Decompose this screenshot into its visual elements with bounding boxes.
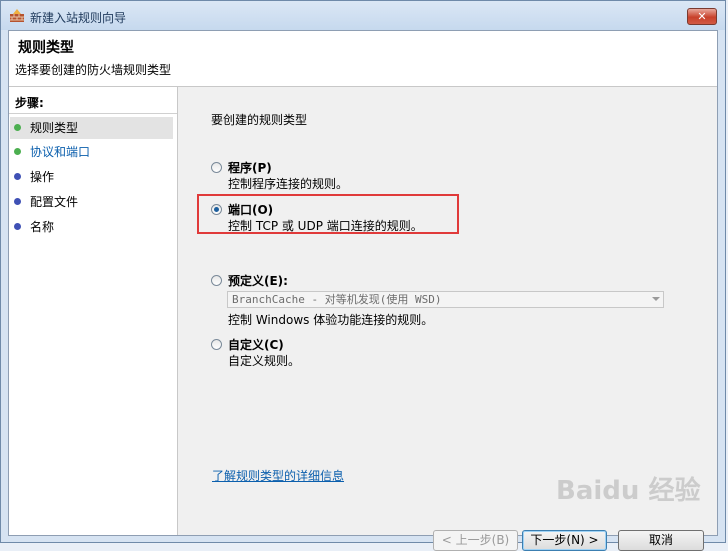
step-status-dot-icon xyxy=(14,198,21,205)
step-label: 操作 xyxy=(30,170,55,184)
steps-panel: 步骤: 规则类型 协议和端口 操作 配置文件 名称 xyxy=(9,87,178,535)
step-label: 协议和端口 xyxy=(30,145,91,159)
wizard-window: 新建入站规则向导 ✕ 规则类型 选择要创建的防火墙规则类型 步骤: 规则类型 协… xyxy=(0,0,726,551)
step-name[interactable]: 名称 xyxy=(10,216,173,238)
radio-program[interactable] xyxy=(211,162,222,173)
back-button[interactable]: < 上一步(B) xyxy=(433,530,518,551)
option-program-label[interactable]: 程序(P) xyxy=(228,159,272,176)
option-port-desc: 控制 TCP 或 UDP 端口连接的规则。 xyxy=(228,219,423,233)
baidu-watermark: Baidu 经验 xyxy=(556,476,701,506)
page-subtitle: 选择要创建的防火墙规则类型 xyxy=(15,63,172,77)
step-label: 配置文件 xyxy=(30,195,79,209)
wizard-client: 规则类型 选择要创建的防火墙规则类型 步骤: 规则类型 协议和端口 操作 配置文… xyxy=(8,30,718,551)
step-profile[interactable]: 配置文件 xyxy=(10,191,173,213)
option-predefined-desc: 控制 Windows 体验功能连接的规则。 xyxy=(228,313,434,327)
window-title: 新建入站规则向导 xyxy=(30,11,127,25)
predefined-select-value: BranchCache - 对等机发现(使用 WSD) xyxy=(232,293,442,306)
next-button[interactable]: 下一步(N) > xyxy=(522,530,607,551)
step-rule-type[interactable]: 规则类型 xyxy=(10,117,173,139)
step-action[interactable]: 操作 xyxy=(10,166,173,188)
main-panel: 要创建的规则类型 程序(P) 控制程序连接的规则。 端口(O) 控制 TCP 或… xyxy=(178,87,717,551)
radio-custom[interactable] xyxy=(211,339,222,350)
wizard-header: 规则类型 选择要创建的防火墙规则类型 xyxy=(9,31,717,87)
firewall-icon xyxy=(10,9,24,22)
predefined-select: BranchCache - 对等机发现(使用 WSD) xyxy=(227,291,664,308)
chevron-down-icon xyxy=(652,297,660,301)
step-label: 规则类型 xyxy=(30,121,79,135)
step-status-dot-icon xyxy=(14,148,21,155)
steps-divider xyxy=(9,113,177,114)
option-port-label[interactable]: 端口(O) xyxy=(228,201,273,218)
learn-more-link[interactable]: 了解规则类型的详细信息 xyxy=(212,467,344,484)
step-status-dot-icon xyxy=(14,124,21,131)
close-button[interactable]: ✕ xyxy=(687,8,717,25)
step-status-dot-icon xyxy=(14,173,21,180)
step-protocol-ports[interactable]: 协议和端口 xyxy=(10,141,173,163)
option-custom-label[interactable]: 自定义(C) xyxy=(228,336,284,353)
cancel-button[interactable]: 取消 xyxy=(618,530,704,551)
option-program-desc: 控制程序连接的规则。 xyxy=(228,177,349,191)
page-title: 规则类型 xyxy=(18,40,74,56)
steps-heading: 步骤: xyxy=(15,96,44,110)
rule-type-prompt: 要创建的规则类型 xyxy=(211,113,308,127)
step-label: 名称 xyxy=(30,220,55,234)
option-predefined-label[interactable]: 预定义(E): xyxy=(228,272,288,289)
option-custom-desc: 自定义规则。 xyxy=(228,354,301,368)
radio-predefined[interactable] xyxy=(211,275,222,286)
radio-port[interactable] xyxy=(211,204,222,215)
title-bar: 新建入站规则向导 ✕ xyxy=(1,1,725,30)
step-status-dot-icon xyxy=(14,223,21,230)
